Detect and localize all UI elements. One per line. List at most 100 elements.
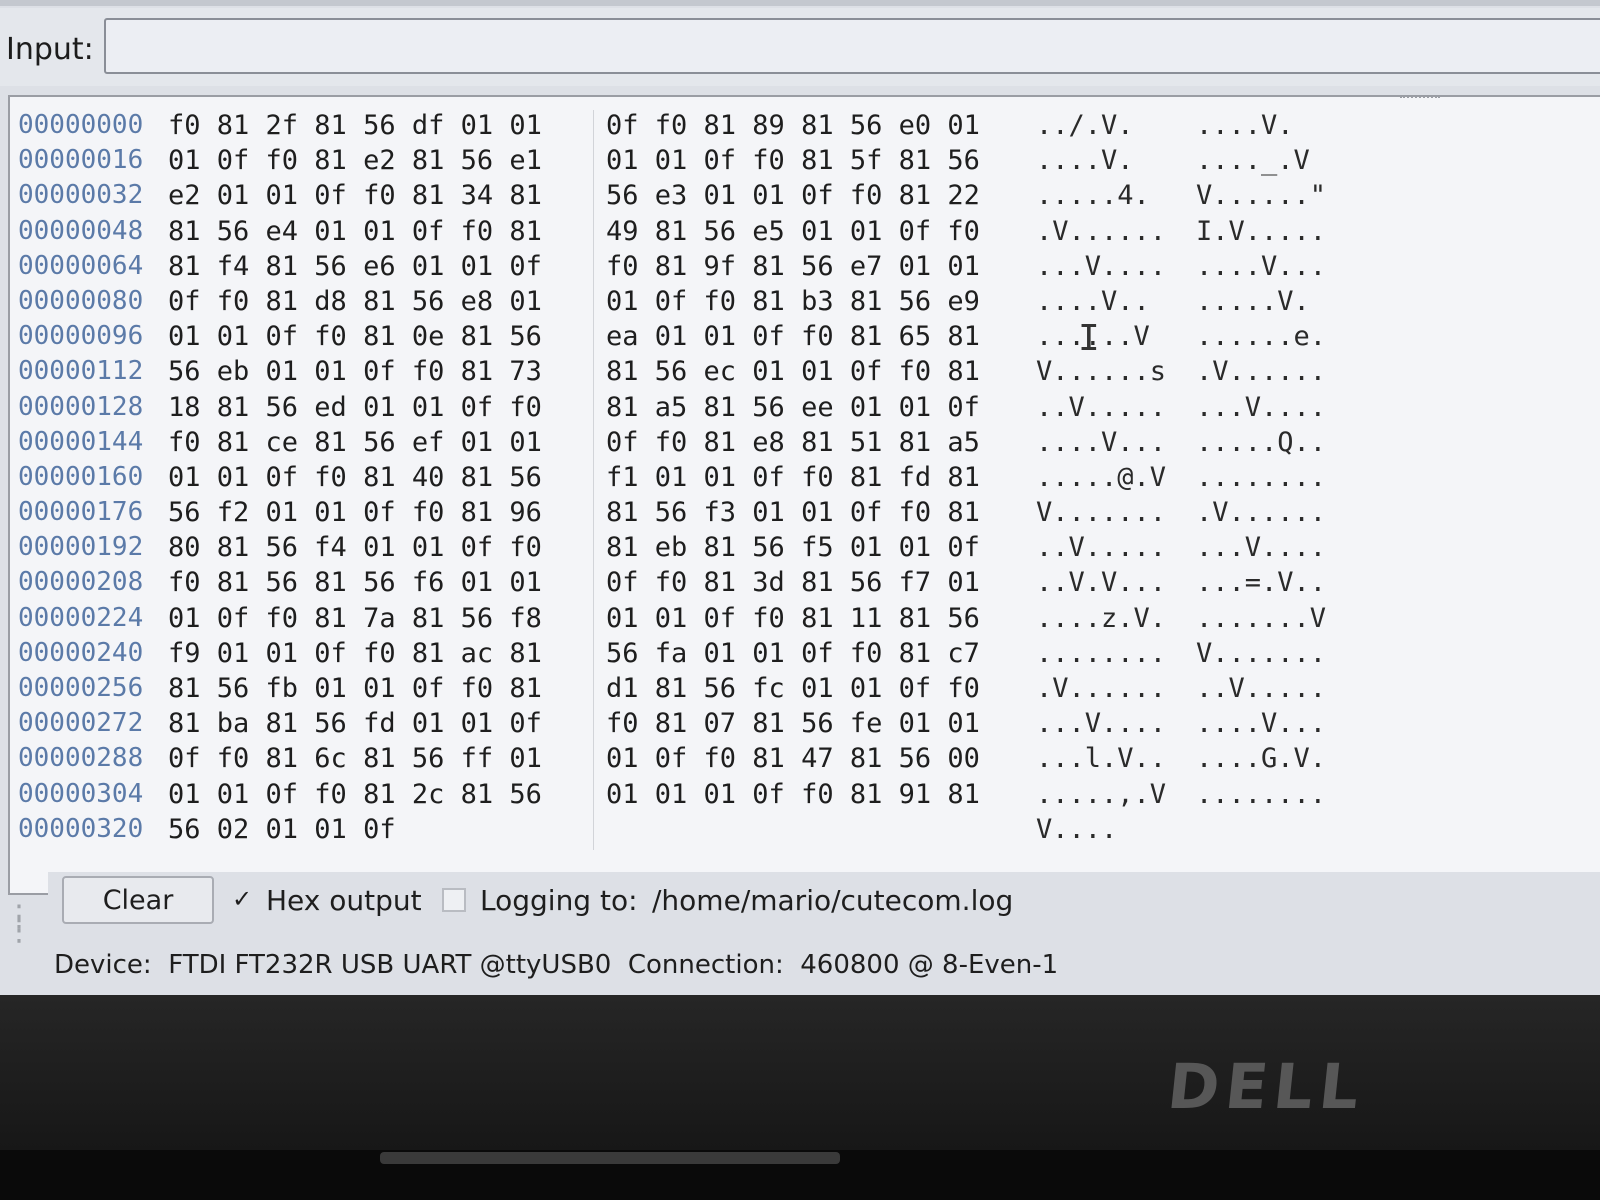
hex-row: 00000016 01 0f f0 81 e2 81 56 e1 01 01 0f … [18,143,1376,178]
hex-offset: 00000160 [18,461,144,492]
hex-bytes-left: 56 f2 01 01 0f f0 81 96 [168,497,542,529]
hex-bytes-left: 01 01 0f f0 81 40 81 56 [168,461,542,493]
hex-offset: 00000240 [18,637,144,668]
ascii-left: .....4. [1036,180,1150,212]
hex-row: 00000128 18 81 56 ed 01 01 0f f0 81 a5 81 … [18,390,1376,425]
hex-bytes-right: 0f f0 81 3d 81 56 f7 01 [606,567,980,599]
ascii-right: ........ [1196,778,1327,810]
ascii-left: ....V. [1036,145,1134,177]
hex-bytes-right: 81 56 f3 01 01 0f f0 81 [606,497,980,529]
ascii-right [1196,812,1376,847]
hex-bytes-right: f0 81 07 81 56 fe 01 01 [606,708,980,740]
hex-row: 00000240 f9 01 01 0f f0 81 ac 81 56 fa 01 … [18,636,1376,671]
ascii-right: ........ [1196,461,1327,493]
hex-row: 00000176 56 f2 01 01 0f f0 81 96 81 56 f3 … [18,495,1376,530]
hex-row: 00000256 81 56 fb 01 01 0f f0 81 d1 81 56 … [18,671,1376,706]
splitter-handle[interactable] [1400,96,1440,104]
hex-bytes-left: 81 56 e4 01 01 0f f0 81 [168,215,542,247]
ascii-right: .V...... [1196,497,1327,529]
hex-bytes-right: 01 01 0f f0 81 5f 81 56 [606,145,980,177]
hex-dump: 00000000 f0 81 2f 81 56 df 01 01 0f f0 81 … [18,108,1376,847]
hex-row: 00000096 01 01 0f f0 81 0e 81 56 ea 01 01 … [18,319,1376,354]
hex-bytes-right: f0 81 9f 81 56 e7 01 01 [606,250,980,282]
ascii-right: .....V. [1196,285,1310,317]
hex-row: 00000192 80 81 56 f4 01 01 0f f0 81 eb 81 … [18,530,1376,565]
hex-offset: 00000192 [18,532,144,563]
hex-bytes-left: 81 56 fb 01 01 0f f0 81 [168,673,542,704]
ascii-left: ...l.V.. [1036,743,1167,775]
ascii-right: ......e. [1196,321,1327,353]
hex-bytes-left: 56 eb 01 01 0f f0 81 73 [168,356,542,388]
ascii-right: ...=.V.. [1196,567,1327,599]
ascii-right: ...._.V [1196,145,1310,177]
ascii-left: ../.V. [1036,110,1134,141]
hex-bytes-right: 01 0f f0 81 b3 81 56 e9 [606,285,980,317]
ascii-right: ....V... [1196,250,1327,282]
log-file-path: /home/mario/cutecom.log [652,884,1014,917]
hex-offset: 00000304 [18,778,144,809]
hex-offset: 00000272 [18,708,144,739]
window-top-edge [0,0,1600,6]
hex-row: 00000288 0f f0 81 6c 81 56 ff 01 01 0f f0 … [18,741,1376,776]
hex-row: 00000032 e2 01 01 0f f0 81 34 81 56 e3 01 … [18,178,1376,213]
hex-offset: 00000176 [18,497,144,528]
hex-bytes-right: 01 0f f0 81 47 81 56 00 [606,743,980,775]
input-field[interactable] [104,18,1600,74]
ascii-left: ...V.... [1036,250,1167,282]
hex-bytes-left: 81 ba 81 56 fd 01 01 0f [168,708,542,740]
hex-offset: 00000224 [18,602,144,633]
ascii-right: ...V.... [1196,391,1327,423]
hex-offset: 00000128 [18,391,144,422]
hex-bytes-right: 49 81 56 e5 01 01 0f f0 [606,215,980,247]
hex-bytes-right: 81 56 ec 01 01 0f f0 81 [606,356,980,388]
hex-bytes-left: f0 81 2f 81 56 df 01 01 [168,110,542,141]
ascii-right: .V...... [1196,356,1327,388]
hex-bytes-left: 01 0f f0 81 e2 81 56 e1 [168,145,542,177]
hex-bytes-left: 81 f4 81 56 e6 01 01 0f [168,250,542,282]
ascii-left: .....@.V [1036,461,1167,493]
hex-offset: 00000048 [18,215,144,246]
hex-bytes-left: e2 01 01 0f f0 81 34 81 [168,180,542,212]
hex-output-checkbox[interactable]: ✓ [230,887,254,911]
hex-bytes-left: 56 02 01 01 0f [168,813,396,845]
hex-bytes-right: 0f f0 81 89 81 56 e0 01 [606,110,980,141]
ascii-left: ........ [1036,637,1167,669]
ascii-left: ...V.... [1036,708,1167,740]
hex-bytes-right: f1 01 01 0f f0 81 fd 81 [606,461,980,493]
hex-offset: 00000208 [18,567,144,598]
ascii-right: V......" [1196,180,1327,212]
ascii-right: V....... [1196,637,1327,669]
hex-bytes-left: 01 01 0f f0 81 2c 81 56 [168,778,542,810]
hex-output-label[interactable]: Hex output [266,884,422,917]
hex-row: 00000144 f0 81 ce 81 56 ef 01 01 0f f0 81 … [18,425,1376,460]
hex-offset: 00000064 [18,250,144,281]
logging-checkbox[interactable] [442,888,466,912]
ascii-left: .....,.V [1036,778,1167,810]
clear-button[interactable]: Clear [62,876,214,924]
ascii-left: ....z.V. [1036,602,1167,634]
ascii-left: ......V [1036,321,1150,353]
hex-row: 00000064 81 f4 81 56 e6 01 01 0f f0 81 9f … [18,249,1376,284]
hex-offset: 00000032 [18,180,144,211]
input-label: Input: [6,32,94,67]
hex-bytes-right: 81 eb 81 56 f5 01 01 0f [606,532,980,564]
hex-offset: 00000288 [18,743,144,774]
hex-bytes-left: f0 81 ce 81 56 ef 01 01 [168,426,542,458]
hex-offset: 00000000 [18,110,144,140]
hex-row: 00000304 01 01 0f f0 81 2c 81 56 01 01 01 … [18,777,1376,812]
status-text: Device: FTDI FT232R USB UART @ttyUSB0 Co… [54,950,1059,980]
hex-row: 00000160 01 01 0f f0 81 40 81 56 f1 01 01 … [18,460,1376,495]
logging-label[interactable]: Logging to: [480,884,638,917]
drag-handle-icon[interactable]: ⋮ ⋮ [4,902,34,946]
hex-row: 00000320 56 02 01 01 0f V.... [18,812,1376,847]
input-row: Input: [0,8,1600,86]
hex-bytes-right: d1 81 56 fc 01 01 0f f0 [606,673,980,704]
hex-bytes-right: ea 01 01 0f f0 81 65 81 [606,321,980,353]
hex-bytes-right: 01 01 0f f0 81 11 81 56 [606,602,980,634]
hex-bytes-right: 56 fa 01 01 0f f0 81 c7 [606,637,980,669]
ascii-left: ..V..... [1036,532,1167,564]
hex-row: 00000048 81 56 e4 01 01 0f f0 81 49 81 56 … [18,214,1376,249]
hex-row: 00000080 0f f0 81 d8 81 56 e8 01 01 0f f0 … [18,284,1376,319]
ascii-right: ...V.... [1196,532,1327,564]
ascii-right: ....V... [1196,708,1327,740]
